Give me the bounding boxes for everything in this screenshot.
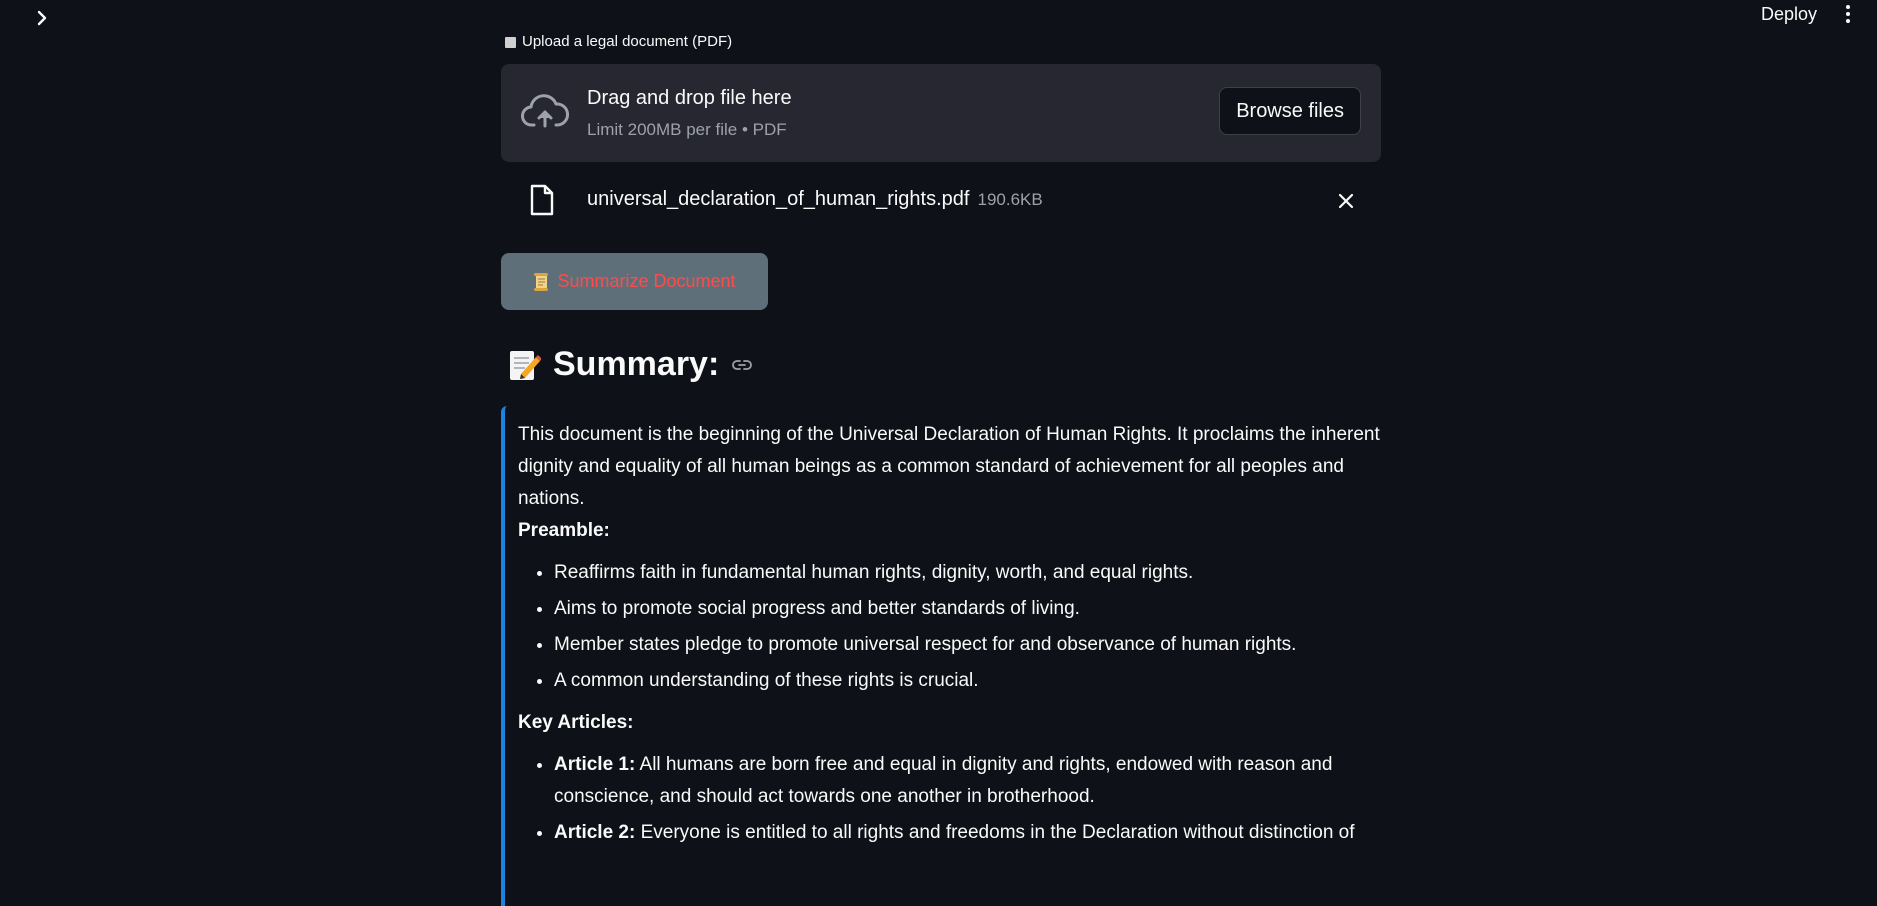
file-name-text: universal_declaration_of_human_rights.pd…	[587, 188, 970, 210]
sidebar-expand-button[interactable]	[30, 6, 54, 30]
document-icon	[505, 36, 516, 48]
memo-icon	[510, 350, 541, 380]
list-item: Article 2: Everyone is entitled to all r…	[554, 817, 1381, 849]
chevron-right-icon	[37, 10, 47, 26]
list-item: A common understanding of these rights i…	[554, 665, 1381, 697]
dropzone-title: Drag and drop file here	[587, 87, 792, 109]
key-articles-heading: Key Articles:	[518, 712, 634, 733]
article-label: Article 2:	[554, 822, 636, 843]
list-item: Member states pledge to promote universa…	[554, 629, 1381, 661]
summary-title: Summary:	[553, 345, 720, 383]
cloud-upload-icon	[521, 94, 569, 128]
close-icon[interactable]	[1335, 190, 1357, 212]
summary-intro: This document is the beginning of the Un…	[518, 424, 1380, 509]
list-item: Reaffirms faith in fundamental human rig…	[554, 557, 1381, 589]
file-size: 190.6KB	[977, 190, 1043, 209]
link-icon[interactable]	[731, 354, 753, 376]
dropzone-limit-text: Limit 200MB per file • PDF	[587, 120, 787, 139]
file-icon	[530, 184, 554, 216]
summarize-button-label: Summarize Document	[557, 271, 736, 291]
uploaded-file-name: universal_declaration_of_human_rights.pd…	[587, 188, 1043, 211]
browse-files-button[interactable]: Browse files	[1219, 87, 1361, 135]
uploader-label: Upload a legal document (PDF)	[505, 34, 732, 50]
top-toolbar: Deploy	[1761, 0, 1857, 28]
list-item: Article 1: All humans are born free and …	[554, 749, 1381, 813]
list-item: Aims to promote social progress and bett…	[554, 593, 1381, 625]
scroll-icon	[534, 272, 549, 291]
article-text: All humans are born free and equal in di…	[554, 754, 1333, 807]
main-menu-button[interactable]	[1839, 1, 1857, 27]
kebab-menu-icon	[1846, 5, 1850, 23]
uploaded-file-row: universal_declaration_of_human_rights.pd…	[501, 180, 1381, 224]
preamble-heading: Preamble:	[518, 520, 610, 541]
file-dropzone[interactable]: Drag and drop file here Limit 200MB per …	[501, 64, 1381, 162]
deploy-button[interactable]: Deploy	[1761, 4, 1817, 25]
articles-list: Article 1: All humans are born free and …	[518, 749, 1381, 849]
uploader-label-text: Upload a legal document (PDF)	[522, 34, 733, 50]
summary-content: This document is the beginning of the Un…	[501, 406, 1381, 906]
article-text: Everyone is entitled to all rights and f…	[635, 822, 1355, 843]
article-label: Article 1:	[554, 754, 636, 775]
summary-heading: Summary:	[507, 345, 753, 384]
preamble-list: Reaffirms faith in fundamental human rig…	[518, 557, 1381, 697]
summarize-document-button[interactable]: Summarize Document	[501, 253, 768, 310]
